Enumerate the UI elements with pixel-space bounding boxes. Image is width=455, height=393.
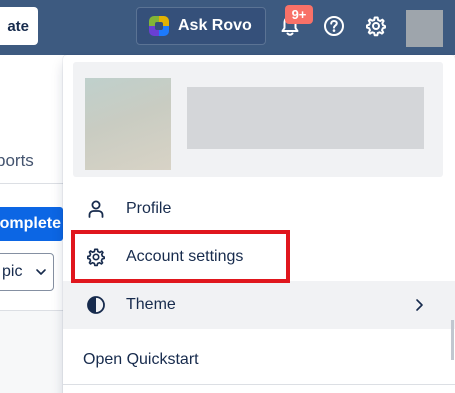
theme-icon [86,295,106,315]
menu-item-theme[interactable]: Theme [63,281,455,329]
rovo-logo-icon [149,16,169,36]
menu-item-open-quickstart[interactable]: Open Quickstart [63,336,455,384]
scrollbar[interactable] [451,320,454,360]
menu-divider [63,384,455,385]
gear-icon [366,16,386,37]
chevron-right-icon [416,299,423,311]
menu-item-account-settings[interactable]: Account settings [63,233,455,281]
menu-item-label: Theme [126,296,176,313]
background-primary-button[interactable]: omplete [0,207,63,241]
account-avatar-button[interactable] [406,10,443,47]
gear-icon [86,247,106,267]
ask-rovo-label: Ask Rovo [178,17,252,34]
top-navigation-bar: ate Ask Rovo 9+ [0,0,455,55]
help-icon [324,16,344,36]
person-icon [86,199,106,219]
help-button[interactable] [322,14,346,38]
background-select-value: pic [2,263,23,280]
settings-button[interactable] [364,14,388,38]
create-button[interactable]: ate [0,7,38,45]
background-tab-label[interactable]: ports [0,151,34,171]
notifications-count-badge: 9+ [285,5,313,24]
menu-item-label: Account settings [126,248,244,265]
chevron-down-icon [36,269,47,275]
menu-item-label: Open Quickstart [83,351,199,368]
background-select[interactable]: pic [0,253,54,291]
menu-item-label: Profile [126,200,172,217]
background-divider [0,183,63,184]
account-name-redacted [187,87,424,149]
menu-item-profile[interactable]: Profile [63,185,455,233]
account-header [73,62,443,177]
profile-photo [85,78,171,170]
account-menu: Profile Account settings Theme Open Quic… [63,55,455,393]
ask-rovo-button[interactable]: Ask Rovo [136,7,266,45]
background-panel [0,310,63,393]
